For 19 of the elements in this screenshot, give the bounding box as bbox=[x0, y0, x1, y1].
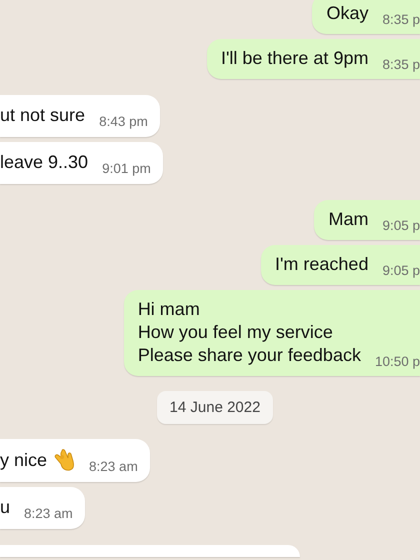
message-text: I'm reached bbox=[274, 253, 368, 276]
message-text: leave 9..30 bbox=[0, 151, 88, 174]
message-time: 8:43 pm bbox=[99, 114, 148, 129]
message-text: y nice bbox=[0, 448, 48, 472]
message-time: 8:35 p bbox=[382, 57, 420, 72]
message-text: Mam bbox=[328, 208, 368, 231]
message-time: 10:50 p bbox=[374, 354, 420, 369]
message-text: I'll be there at 9pm bbox=[220, 47, 368, 70]
message-time: 9:05 p bbox=[382, 263, 420, 278]
message-time: 9:05 p bbox=[382, 218, 420, 233]
message-text: Hi mam How you feel my service Please share your feedback bbox=[138, 298, 361, 367]
message-text: ut not sure bbox=[0, 104, 86, 127]
message-time: 8:23 am bbox=[89, 459, 138, 474]
date-chip: 14 June 2022 bbox=[156, 391, 274, 424]
message-time: 8:35 p bbox=[382, 12, 420, 27]
message-text: u bbox=[0, 496, 10, 519]
message-time: 9:01 pm bbox=[102, 161, 151, 176]
message-text: Okay bbox=[326, 2, 368, 25]
message-time: 8:23 am bbox=[24, 506, 73, 521]
